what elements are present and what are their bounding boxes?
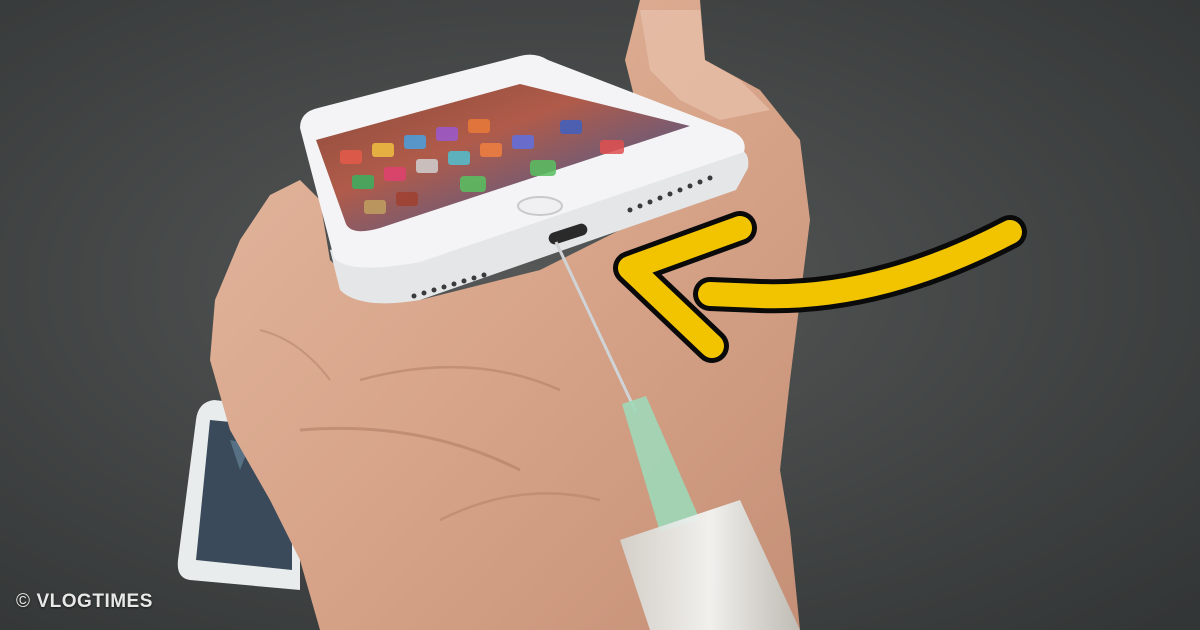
home-button bbox=[517, 196, 563, 216]
watermark: © VLOGTIMES bbox=[16, 591, 153, 613]
copyright-icon: © bbox=[16, 591, 31, 612]
watermark-text: VLOGTIMES bbox=[36, 591, 153, 612]
photo-illustration bbox=[0, 0, 1200, 630]
photo-scene: © VLOGTIMES bbox=[0, 0, 1200, 630]
